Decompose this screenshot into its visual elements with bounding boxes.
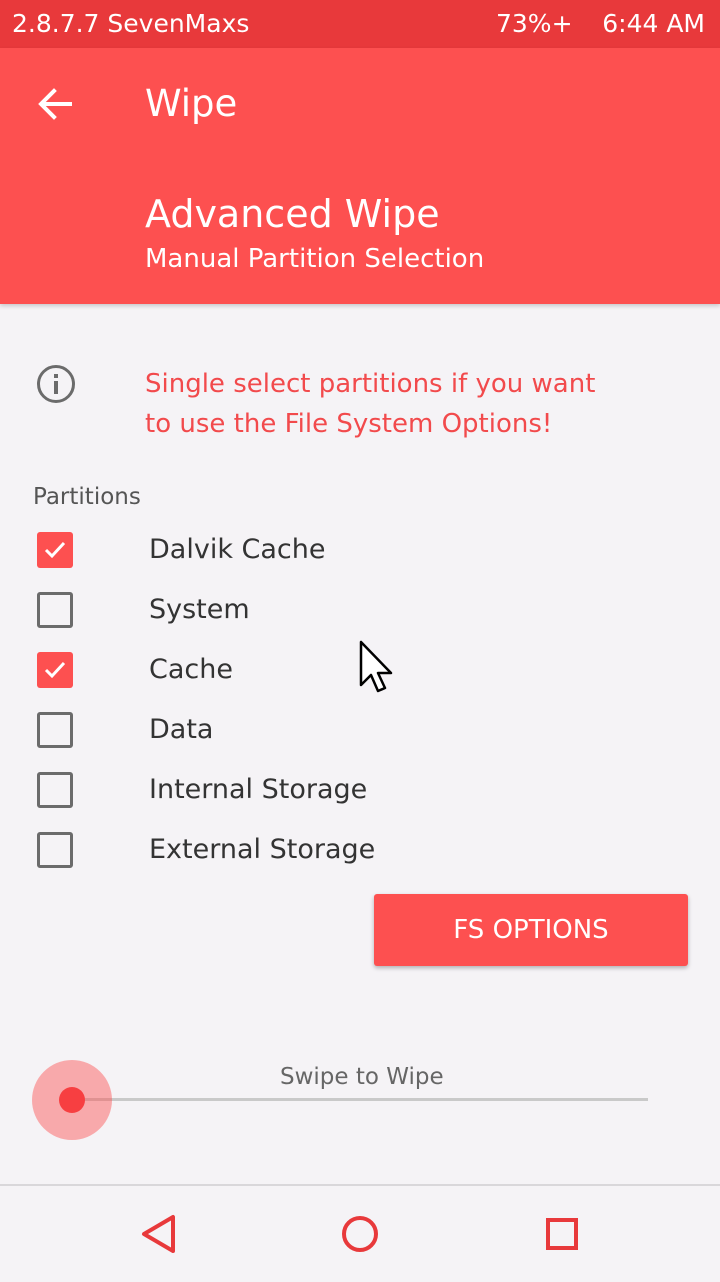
partition-label: External Storage xyxy=(149,834,376,865)
section-heading: Advanced Wipe xyxy=(145,192,440,236)
swipe-track[interactable] xyxy=(72,1098,648,1101)
partition-dalvik-cache[interactable]: Dalvik Cache xyxy=(0,520,720,580)
navigation-bar xyxy=(0,1184,720,1282)
swipe-handle[interactable] xyxy=(32,1060,112,1140)
mouse-cursor-icon xyxy=(358,640,396,696)
page-title: Wipe xyxy=(145,82,238,125)
status-bar: 2.8.7.7 SevenMaxs 73%+ 6:44 AM xyxy=(0,0,720,48)
partition-label: System xyxy=(149,594,250,625)
partition-label: Dalvik Cache xyxy=(149,534,326,565)
partition-internal-storage[interactable]: Internal Storage xyxy=(0,760,720,820)
section-subheading: Manual Partition Selection xyxy=(145,244,485,274)
info-message-line-2: to use the File System Options! xyxy=(145,409,553,439)
checkbox-unchecked[interactable] xyxy=(37,832,73,868)
checkbox-unchecked[interactable] xyxy=(37,772,73,808)
partitions-label: Partitions xyxy=(33,484,141,510)
swipe-label: Swipe to Wipe xyxy=(280,1064,444,1090)
triangle-back-icon[interactable] xyxy=(133,1208,185,1260)
partition-data[interactable]: Data xyxy=(0,700,720,760)
status-title: 2.8.7.7 SevenMaxs xyxy=(12,9,250,38)
info-message: Single select partitions if you want to … xyxy=(145,364,665,444)
square-recent-icon[interactable] xyxy=(536,1208,588,1260)
partition-label: Cache xyxy=(149,654,233,685)
checkbox-unchecked[interactable] xyxy=(37,712,73,748)
checkbox-checked[interactable] xyxy=(37,532,73,568)
header: Wipe Advanced Wipe Manual Partition Sele… xyxy=(0,48,720,304)
checkbox-unchecked[interactable] xyxy=(37,592,73,628)
clock: 6:44 AM xyxy=(602,9,705,38)
info-icon xyxy=(36,364,76,404)
circle-home-icon[interactable] xyxy=(334,1208,386,1260)
partition-external-storage[interactable]: External Storage xyxy=(0,820,720,880)
partition-label: Internal Storage xyxy=(149,774,368,805)
check-icon xyxy=(44,661,66,679)
partition-system[interactable]: System xyxy=(0,580,720,640)
checkbox-checked[interactable] xyxy=(37,652,73,688)
info-message-line-1: Single select partitions if you want xyxy=(145,369,596,399)
fs-options-button[interactable]: FS OPTIONS xyxy=(374,894,688,966)
swipe-handle-dot[interactable] xyxy=(59,1087,85,1113)
battery-level: 73%+ xyxy=(496,9,573,38)
partition-label: Data xyxy=(149,714,214,745)
check-icon xyxy=(44,541,66,559)
arrow-left-icon[interactable] xyxy=(34,82,78,126)
